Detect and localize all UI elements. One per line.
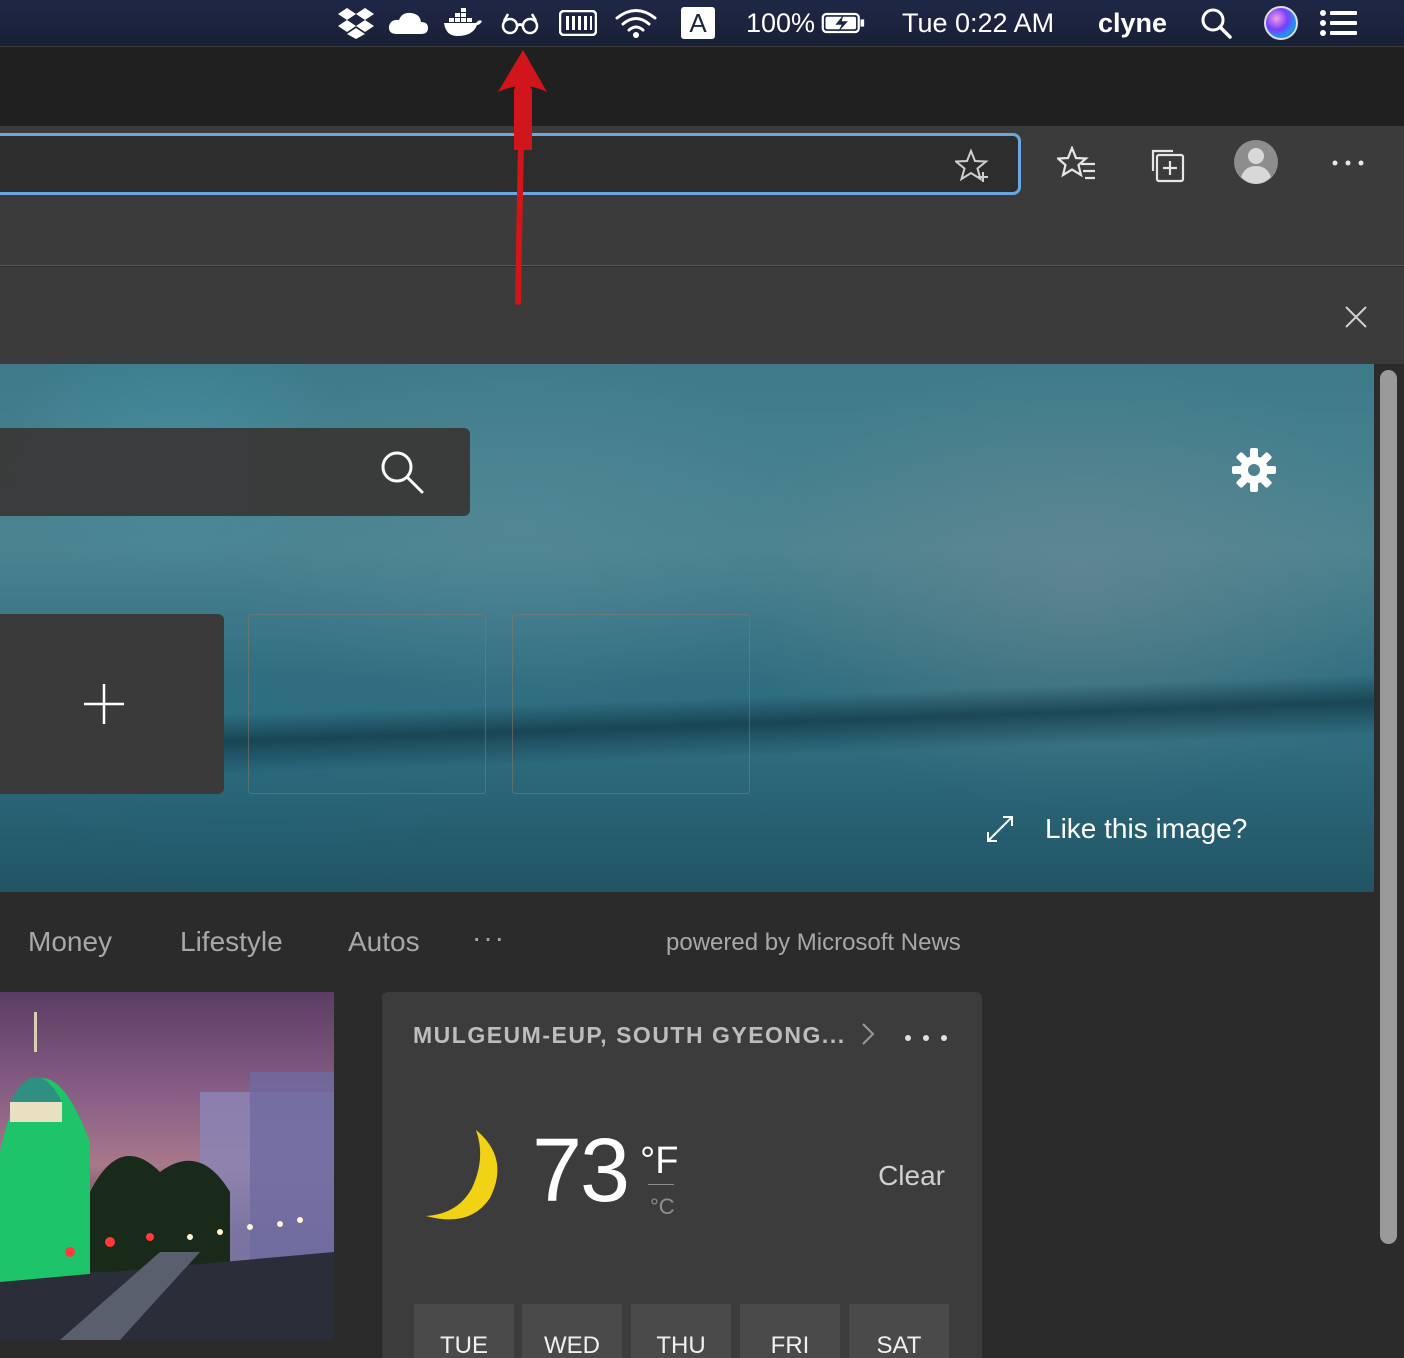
- nav-more-button[interactable]: ···: [472, 922, 506, 954]
- menu-meters-icon[interactable]: [558, 0, 598, 46]
- browser-toolbar: [0, 126, 1404, 266]
- onedrive-icon[interactable]: [386, 0, 430, 46]
- expand-icon: [987, 816, 1013, 842]
- forecast-day-tab[interactable]: WED: [522, 1304, 622, 1358]
- profile-icon[interactable]: [1232, 138, 1280, 186]
- screen: A 100% Tue 0:22 AM clyne Like this image…: [0, 0, 1404, 1358]
- battery-charging-icon: [821, 12, 865, 34]
- search-icon[interactable]: [378, 448, 426, 496]
- background-image: Like this image?: [0, 364, 1374, 892]
- powered-by-text: powered by Microsoft News: [666, 929, 961, 956]
- page-settings-gear-icon[interactable]: [1228, 444, 1280, 496]
- weather-more-icon[interactable]: [900, 1028, 952, 1048]
- web-search-box[interactable]: [0, 428, 470, 516]
- temperature-value: 73: [532, 1121, 630, 1221]
- more-icon[interactable]: [1326, 148, 1370, 178]
- wifi-icon[interactable]: [614, 0, 658, 46]
- forecast-day-tab[interactable]: TUE: [414, 1304, 514, 1358]
- macos-menu-bar: A 100% Tue 0:22 AM clyne: [0, 0, 1404, 46]
- nav-lifestyle[interactable]: Lifestyle: [180, 926, 283, 958]
- page-scrollbar[interactable]: [1380, 370, 1397, 1244]
- username-text: clyne: [1098, 7, 1168, 38]
- spotlight-search-icon[interactable]: [1198, 0, 1234, 46]
- quick-link-tile-empty[interactable]: [248, 614, 486, 794]
- like-image-label: Like this image?: [1045, 813, 1248, 844]
- news-story-card[interactable]: [0, 992, 334, 1340]
- user-menu[interactable]: clyne: [1098, 0, 1178, 46]
- moon-icon: [418, 1128, 508, 1224]
- weather-condition: Clear: [878, 1160, 945, 1191]
- siri-icon[interactable]: [1262, 0, 1300, 46]
- clock-text: Tue 0:22 AM: [902, 7, 1055, 38]
- add-quick-link-tile[interactable]: [0, 614, 224, 794]
- weather-card[interactable]: MULGEUM-EUP, SOUTH GYEONG... 73 °F °C Cl…: [382, 992, 982, 1358]
- collections-icon[interactable]: [1144, 142, 1190, 188]
- nav-money[interactable]: Money: [28, 926, 112, 958]
- forecast-day-tab[interactable]: SAT: [849, 1304, 949, 1358]
- quick-link-tile-empty[interactable]: [512, 614, 750, 794]
- browser-tab-strip: [0, 46, 1404, 126]
- close-icon[interactable]: [1338, 299, 1374, 335]
- unit-celsius[interactable]: °C: [650, 1194, 675, 1220]
- input-source-label: A: [689, 7, 707, 38]
- notification-center-icon[interactable]: [1318, 0, 1360, 46]
- weather-location[interactable]: MULGEUM-EUP, SOUTH GYEONG...: [413, 1022, 846, 1049]
- annotation-arrow: [498, 50, 547, 305]
- unit-fahrenheit[interactable]: °F: [640, 1140, 678, 1183]
- docker-icon[interactable]: [442, 0, 484, 46]
- add-favorite-icon[interactable]: [953, 146, 993, 186]
- favorites-icon[interactable]: [1054, 142, 1100, 188]
- plus-icon: [80, 680, 128, 728]
- news-navigation: Money Lifestyle Autos ··· powered by Mic…: [0, 892, 1374, 992]
- battery-percent: 100%: [746, 7, 816, 38]
- battery-status[interactable]: 100%: [746, 0, 866, 46]
- menubar-clock[interactable]: Tue 0:22 AM: [902, 0, 1072, 46]
- news-story-image: [0, 1012, 334, 1340]
- forecast-day-tab[interactable]: FRI: [740, 1304, 840, 1358]
- like-this-image[interactable]: Like this image?: [985, 809, 1247, 849]
- forecast-day-tab[interactable]: THU: [631, 1304, 731, 1358]
- chevron-right-icon[interactable]: [856, 1020, 880, 1048]
- accessibility-glasses-icon[interactable]: [500, 0, 540, 46]
- info-bar: [0, 267, 1404, 364]
- dropbox-icon[interactable]: [336, 0, 376, 46]
- input-source-icon[interactable]: A: [680, 0, 716, 46]
- unit-divider: [648, 1184, 674, 1185]
- nav-autos[interactable]: Autos: [348, 926, 420, 958]
- new-tab-page: Like this image? Money Lifestyle Autos ·…: [0, 364, 1404, 1358]
